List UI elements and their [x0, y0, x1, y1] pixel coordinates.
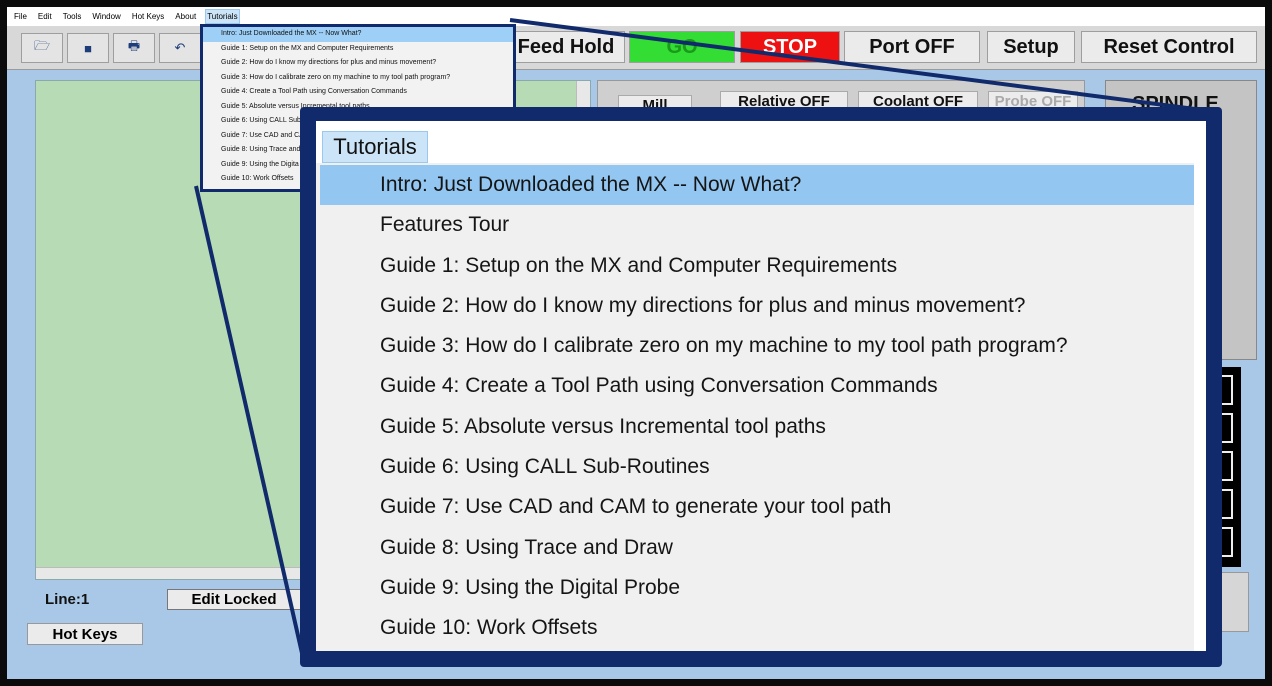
- tutorial-item-guide-9[interactable]: Guide 9: Using the Digital Probe: [320, 568, 1196, 608]
- tutorial-item-intro[interactable]: Intro: Just Downloaded the MX -- Now Wha…: [320, 165, 1196, 206]
- zoom-line-right: [509, 18, 1219, 114]
- zoom-line-left: [194, 185, 306, 663]
- tutorial-item-guide-6[interactable]: Guide 6: Using CALL Sub-Routines: [320, 447, 1196, 487]
- tutorial-item-guide-2[interactable]: Guide 2: How do I know my directions for…: [320, 286, 1196, 326]
- tutorial-item-guide-8[interactable]: Guide 8: Using Trace and Draw: [320, 528, 1196, 568]
- tutorial-item-guide-5[interactable]: Guide 5: Absolute versus Incremental too…: [320, 407, 1196, 447]
- tutorial-item-features-tour[interactable]: Features Tour: [320, 205, 1196, 245]
- tutorial-item-guide-10[interactable]: Guide 10: Work Offsets: [320, 608, 1196, 648]
- tutorials-menu-tab[interactable]: Tutorials: [322, 131, 428, 163]
- magnified-tutorials-menu: Tutorials Intro: Just Downloaded the MX …: [300, 107, 1222, 667]
- magnified-menu-content: Tutorials Intro: Just Downloaded the MX …: [316, 121, 1206, 651]
- tutorial-item-guide-1[interactable]: Guide 1: Setup on the MX and Computer Re…: [320, 246, 1196, 286]
- tutorial-item-guide-7[interactable]: Guide 7: Use CAD and CAM to generate you…: [320, 487, 1196, 527]
- magnified-menu-bar: Tutorials: [316, 121, 1206, 163]
- tutorial-item-guide-4[interactable]: Guide 4: Create a Tool Path using Conver…: [320, 366, 1196, 406]
- magnified-menu-edge: [1194, 163, 1206, 651]
- tutorials-list: Intro: Just Downloaded the MX -- Now Wha…: [320, 165, 1196, 649]
- tutorial-item-guide-3[interactable]: Guide 3: How do I calibrate zero on my m…: [320, 326, 1196, 366]
